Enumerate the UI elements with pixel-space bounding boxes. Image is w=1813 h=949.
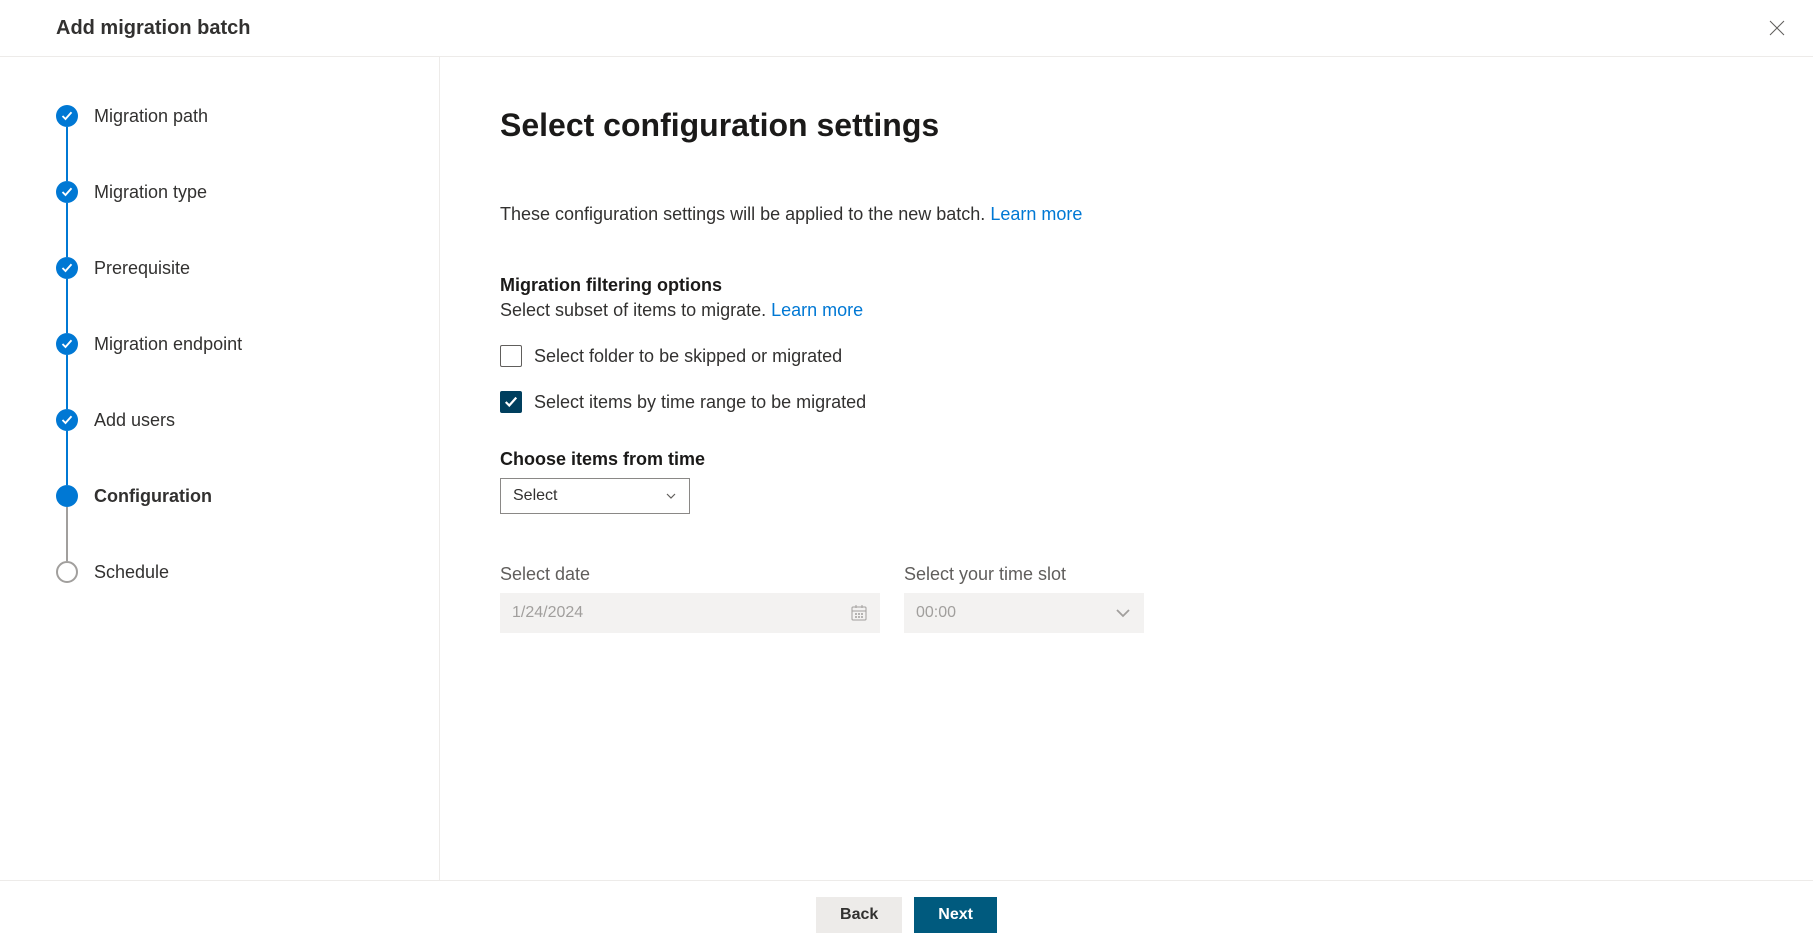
checkmark-icon [56,409,78,431]
date-label: Select date [500,564,880,585]
wizard-sidebar: Migration path Migration type Prerequisi… [0,57,440,886]
main-content: Select configuration settings These conf… [440,57,1813,886]
time-placeholder: 00:00 [916,604,956,622]
step-migration-type[interactable]: Migration type [56,181,409,257]
step-label: Prerequisite [94,258,190,279]
timerange-checkbox-row: Select items by time range to be migrate… [500,391,1753,413]
step-label: Migration endpoint [94,334,242,355]
calendar-icon [850,604,868,622]
dialog-title: Add migration batch [56,17,250,40]
checkmark-icon [56,105,78,127]
description-text: These configuration settings will be app… [500,204,990,224]
timerange-checkbox[interactable] [500,391,522,413]
step-prerequisite[interactable]: Prerequisite [56,257,409,333]
date-field: Select date 1/24/2024 [500,564,880,633]
wizard-footer: Back Next [0,880,1813,949]
from-time-label: Choose items from time [500,449,1753,470]
filtering-learn-more-link[interactable]: Learn more [771,300,863,320]
step-label: Schedule [94,562,169,583]
from-time-field: Choose items from time Select [500,449,1753,514]
step-label: Add users [94,410,175,431]
chevron-down-icon [1114,604,1132,622]
upcoming-step-icon [56,561,78,583]
filtering-subtitle: Select subset of items to migrate. Learn… [500,300,1753,321]
step-migration-endpoint[interactable]: Migration endpoint [56,333,409,409]
next-button[interactable]: Next [914,897,997,933]
step-label: Migration path [94,106,208,127]
step-list: Migration path Migration type Prerequisi… [56,105,409,583]
step-migration-path[interactable]: Migration path [56,105,409,181]
dialog-header: Add migration batch [0,0,1813,57]
step-configuration[interactable]: Configuration [56,485,409,561]
active-step-icon [56,485,78,507]
step-schedule: Schedule [56,561,409,583]
page-title: Select configuration settings [500,107,1753,144]
from-time-value: Select [513,487,557,505]
step-add-users[interactable]: Add users [56,409,409,485]
checkmark-icon [56,333,78,355]
from-time-select[interactable]: Select [500,478,690,514]
checkmark-icon [504,395,518,409]
content-area: Migration path Migration type Prerequisi… [0,57,1813,886]
filtering-subtitle-text: Select subset of items to migrate. [500,300,771,320]
filtering-section: Migration filtering options Select subse… [500,275,1753,413]
step-label: Migration type [94,182,207,203]
close-button[interactable] [1765,16,1789,40]
checkmark-icon [56,257,78,279]
folder-checkbox-row: Select folder to be skipped or migrated [500,345,1753,367]
chevron-down-icon [665,490,677,502]
step-label: Configuration [94,486,212,507]
time-label: Select your time slot [904,564,1144,585]
learn-more-link[interactable]: Learn more [990,204,1082,224]
checkmark-icon [56,181,78,203]
page-description: These configuration settings will be app… [500,204,1753,225]
timerange-checkbox-label: Select items by time range to be migrate… [534,392,866,413]
filtering-title: Migration filtering options [500,275,1753,296]
date-time-row: Select date 1/24/2024 [500,564,1753,633]
time-field: Select your time slot 00:00 [904,564,1144,633]
date-placeholder: 1/24/2024 [512,604,583,622]
date-input: 1/24/2024 [500,593,880,633]
back-button[interactable]: Back [816,897,902,933]
folder-checkbox[interactable] [500,345,522,367]
folder-checkbox-label: Select folder to be skipped or migrated [534,346,842,367]
time-input: 00:00 [904,593,1144,633]
close-icon [1769,20,1785,36]
